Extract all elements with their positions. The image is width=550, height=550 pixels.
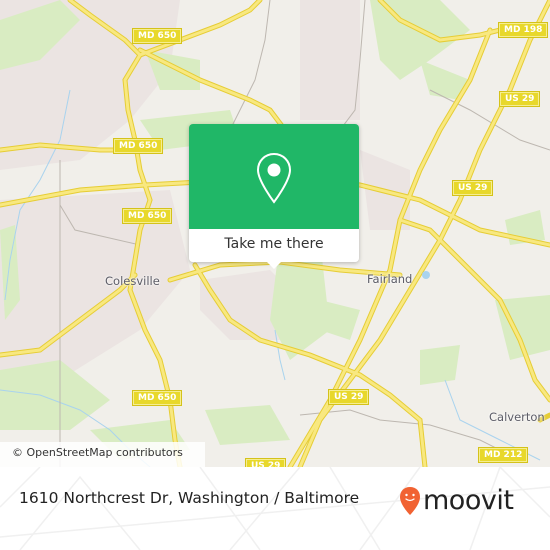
map-pin-icon	[256, 152, 292, 204]
moovit-wordmark: moovit	[423, 485, 514, 516]
address-label: 1610 Northcrest Dr, Washington / Baltimo…	[19, 489, 360, 507]
moovit-pin-icon	[400, 487, 420, 515]
route-shield-md650: MD 650	[123, 209, 172, 223]
popup-pointer	[266, 261, 282, 269]
location-popup: Take me there	[189, 124, 359, 269]
route-shield-us29: US 29	[329, 390, 369, 404]
route-shield-md212: MD 212	[479, 448, 528, 462]
route-shield-md650: MD 650	[133, 29, 182, 43]
pond	[422, 271, 430, 279]
place-label-colesville: Colesville	[105, 274, 160, 288]
route-shield-md198: MD 198	[499, 23, 548, 37]
route-shield-us29: US 29	[246, 459, 286, 467]
map-view[interactable]: MD 650 MD 650 MD 650 MD 650 MD 198 US 29…	[0, 0, 550, 467]
take-me-there-button[interactable]: Take me there	[189, 229, 359, 262]
route-shield-md650: MD 650	[133, 391, 182, 405]
place-label-fairland: Fairland	[367, 272, 413, 286]
map-attribution[interactable]: © OpenStreetMap contributors	[0, 442, 205, 467]
footer: 1610 Northcrest Dr, Washington / Baltimo…	[0, 467, 550, 550]
route-shield-md650: MD 650	[114, 139, 163, 153]
place-label-calverton: Calverton	[489, 410, 545, 424]
popup-header	[189, 124, 359, 229]
route-shield-us29: US 29	[500, 92, 540, 106]
route-shield-us29: US 29	[453, 181, 493, 195]
